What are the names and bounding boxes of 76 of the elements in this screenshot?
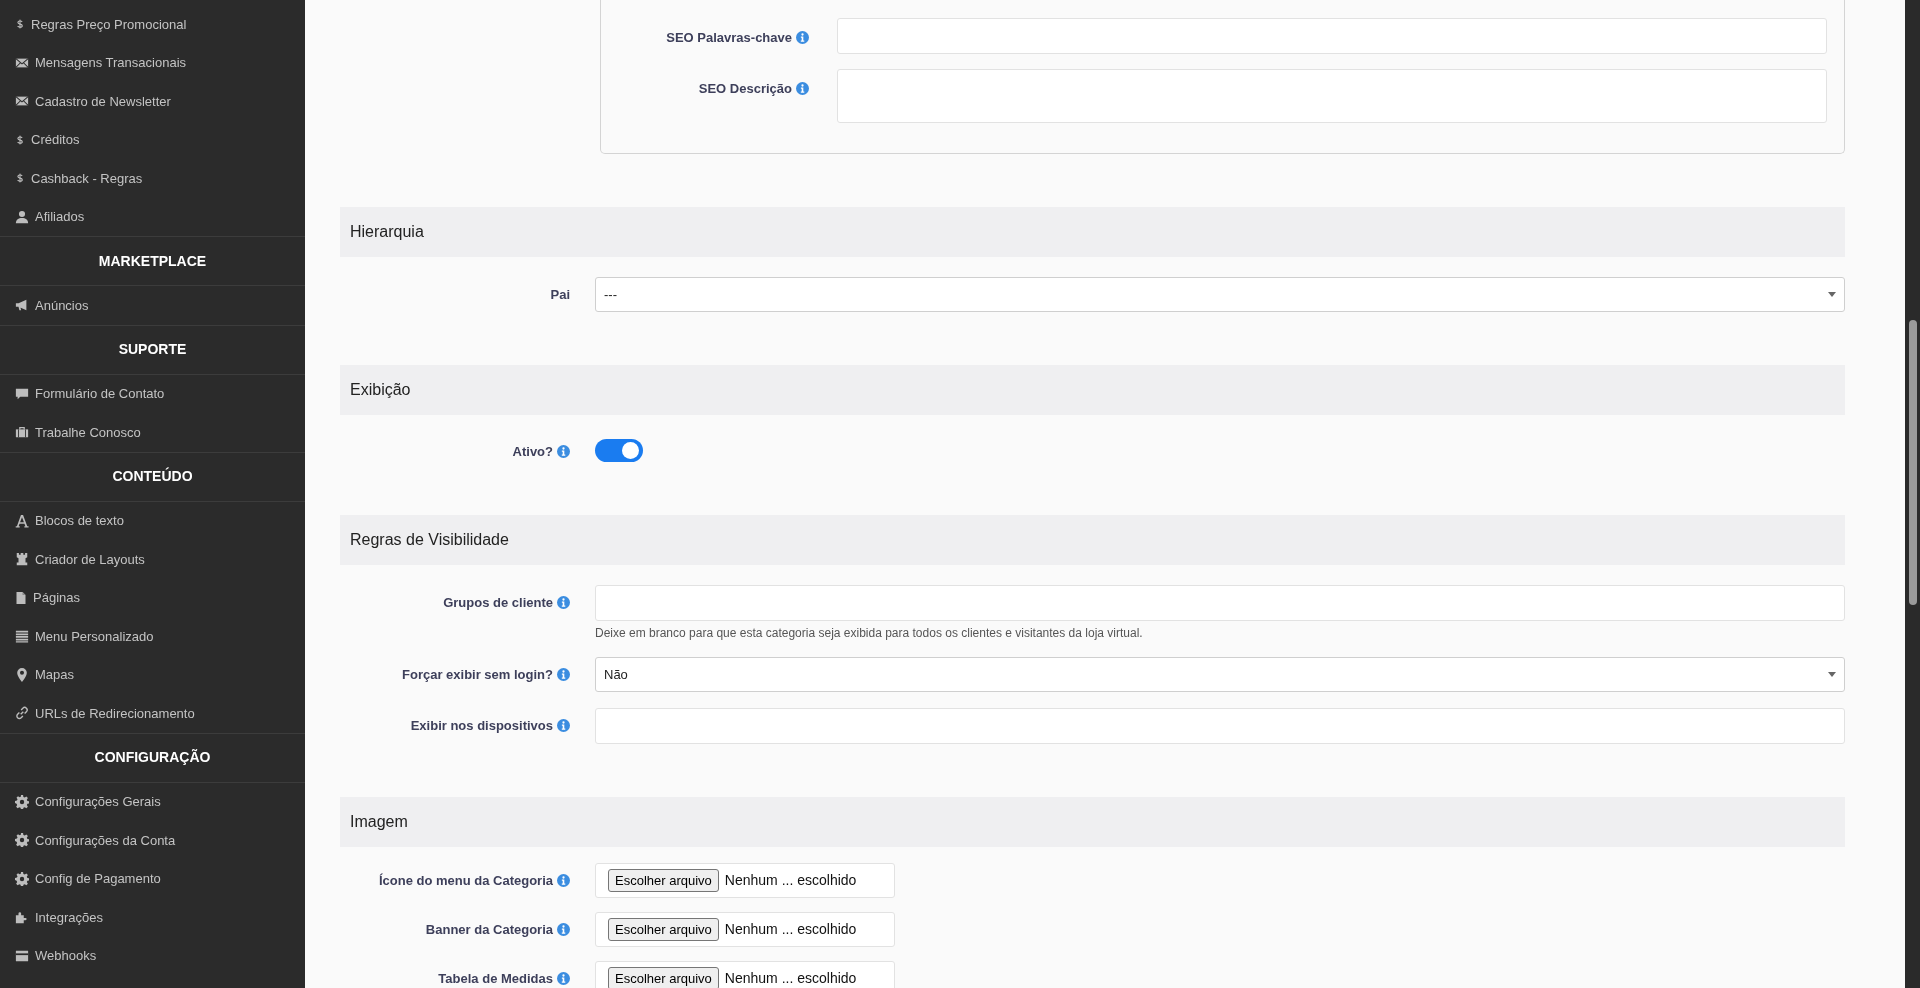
card-icon <box>15 948 29 963</box>
map-pin-icon <box>15 667 29 682</box>
field-label: Forçar exibir sem login? <box>402 666 553 684</box>
sidebar-item[interactable]: Menu Personalizado <box>0 617 305 656</box>
section-title: Hierarquia <box>350 222 424 242</box>
sidebar-heading: CONFIGURAÇÃO <box>0 732 305 783</box>
envelope-icon <box>15 55 29 70</box>
font-icon <box>15 513 29 528</box>
section-title: Imagem <box>350 812 408 832</box>
input-field[interactable] <box>837 18 1827 54</box>
file-status: Nenhum ... escolhido <box>724 920 857 939</box>
sidebar-item[interactable]: Config de Pagamento <box>0 859 305 898</box>
input-field[interactable] <box>595 585 1845 621</box>
sidebar-item[interactable]: Afiliados <box>0 197 305 236</box>
file-picker[interactable]: Escolher arquivo Nenhum ... escolhido <box>595 912 895 947</box>
sidebar-item[interactable]: Configurações da Conta <box>0 821 305 860</box>
field-label: SEO Descrição <box>698 80 792 98</box>
select-field[interactable]: --- <box>595 277 1845 312</box>
choose-file-button[interactable]: Escolher arquivo <box>608 966 719 988</box>
chat-icon <box>15 386 29 401</box>
section-title: Exibição <box>350 380 411 400</box>
file-status: Nenhum ... escolhido <box>724 871 857 890</box>
sidebar-item[interactable]: Mapas <box>0 655 305 694</box>
field-label: Banner da Categoria <box>425 921 553 939</box>
file-picker[interactable]: Escolher arquivo Nenhum ... escolhido <box>595 961 895 988</box>
sidebar-item[interactable]: Mensagens Transacionais <box>0 43 305 82</box>
sidebar-item[interactable]: Cashback - Regras <box>0 159 305 198</box>
person-icon <box>15 209 29 224</box>
text-area[interactable] <box>837 69 1827 123</box>
gear-icon <box>15 871 29 886</box>
sidebar-item[interactable]: Trabalhe Conosco <box>0 413 305 452</box>
sidebar-item[interactable]: Integrações <box>0 898 305 937</box>
file-icon <box>15 590 27 605</box>
choose-file-button[interactable]: Escolher arquivo <box>608 868 719 893</box>
puzzle-icon <box>15 910 29 925</box>
sidebar-item[interactable]: Webhooks <box>0 936 305 975</box>
rook-icon <box>15 552 29 567</box>
sidebar-item[interactable]: URLs de Redirecionamento <box>0 694 305 733</box>
sidebar-item[interactable]: Anúncios <box>0 286 305 325</box>
field-label: Ativo? <box>512 443 553 461</box>
megaphone-icon <box>15 298 29 313</box>
field-label: Tabela de Medidas <box>438 970 553 988</box>
envelope-icon <box>15 94 29 109</box>
scrollbar-thumb[interactable] <box>1908 320 1917 605</box>
sidebar-heading: SUPORTE <box>0 324 305 375</box>
toggle-switch[interactable] <box>595 439 643 462</box>
sidebar-item[interactable]: Créditos <box>0 120 305 159</box>
input-field[interactable] <box>595 708 1845 744</box>
list-icon <box>15 629 29 644</box>
section-title: Regras de Visibilidade <box>350 530 509 550</box>
sidebar-item[interactable]: Formulário de Contato <box>0 374 305 413</box>
caret-icon <box>1828 672 1836 677</box>
sidebar-item[interactable]: Páginas <box>0 578 305 617</box>
sidebar-heading: MARKETPLACE <box>0 236 305 286</box>
help-text: Deixe em branco para que esta categoria seja exibida para todos os clientes e visitantes da loja virtual. <box>595 626 1144 641</box>
field-label: Exibir nos dispositivos <box>410 717 553 735</box>
scrollbar[interactable] <box>1905 0 1920 988</box>
field-label: SEO Palavras-chave <box>666 29 792 47</box>
sidebar-item[interactable]: Blocos de texto <box>0 501 305 540</box>
sidebar-heading: CONTEÚDO <box>0 451 305 502</box>
caret-icon <box>1828 292 1836 297</box>
sidebar-item[interactable]: Regras Preço Promocional <box>0 5 305 44</box>
briefcase-icon <box>15 425 29 440</box>
field-label: Ícone do menu da Categoria <box>378 872 553 890</box>
link-icon <box>15 706 29 721</box>
select-field[interactable]: Não <box>595 657 1845 692</box>
sidebar-item[interactable]: Configurações Gerais <box>0 782 305 821</box>
file-status: Nenhum ... escolhido <box>724 969 857 988</box>
gear-icon <box>15 833 29 848</box>
sidebar-item[interactable]: Cadastro de Newsletter <box>0 82 305 121</box>
sidebar-item[interactable]: Criador de Layouts <box>0 540 305 579</box>
field-label: Pai <box>550 286 570 304</box>
file-picker[interactable]: Escolher arquivo Nenhum ... escolhido <box>595 863 895 898</box>
gear-icon <box>15 794 29 809</box>
field-label: Grupos de cliente <box>443 594 553 612</box>
choose-file-button[interactable]: Escolher arquivo <box>608 917 719 942</box>
